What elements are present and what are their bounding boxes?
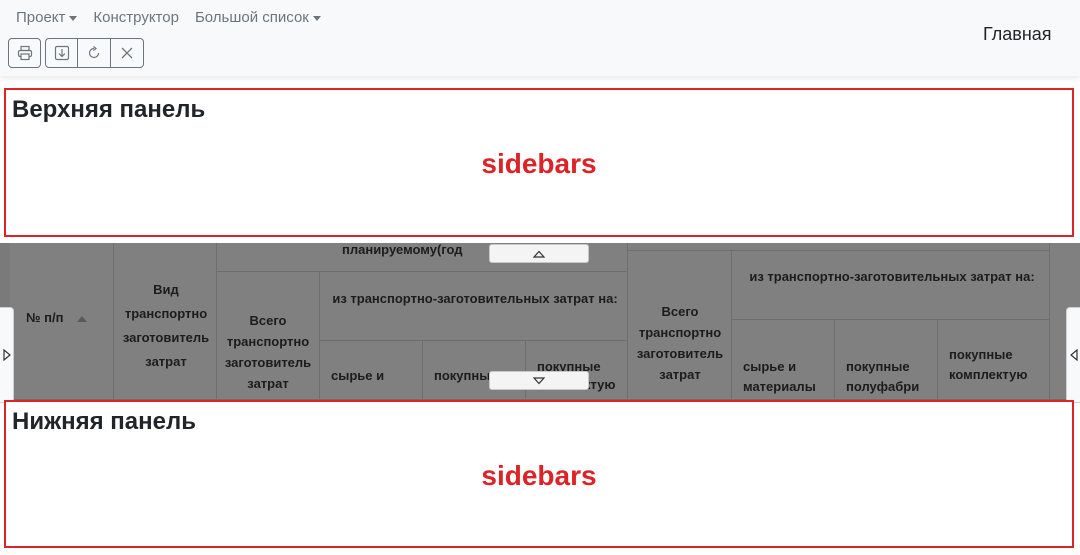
print-button[interactable] [8,38,41,68]
chevron-down-icon [312,15,321,21]
top-panel: Верхняя панель sidebars [4,88,1074,237]
chevron-down-icon [533,376,545,384]
header-group-transport-1-label: из транспортно-заготовительных затрат на… [332,291,618,306]
main-menu: Проект Конструктор Большой список [8,8,329,28]
home-link[interactable]: Главная [983,24,1052,45]
header-col-raw-1[interactable]: сырье и [320,341,423,400]
header-group-2-top [628,243,1050,251]
chevron-left-icon [1069,349,1078,361]
right-sidebar-toggle[interactable] [1066,307,1080,403]
toolbar-group [45,38,144,68]
chevron-down-icon [69,15,78,21]
download-button[interactable] [45,38,78,68]
scroll-down-button[interactable] [489,371,589,390]
navbar: Проект Конструктор Большой список Главна… [0,0,1080,76]
menu-project[interactable]: Проект [8,8,85,28]
header-col-components-2[interactable]: покупные комплектую [938,320,1050,400]
header-col-total-1[interactable]: Всего транспортно заготовитель затрат [217,272,320,400]
chevron-right-icon [2,349,11,361]
menu-big-list-label: Большой список [194,9,309,26]
header-col-num-label: № п/п [26,310,64,325]
bottom-panel-sidebars-label: sidebars [481,460,597,491]
toolbar [8,38,144,68]
close-button[interactable] [111,38,144,68]
header-group-plan-label: планируемому(год [342,243,463,257]
download-icon [54,45,69,61]
menu-big-list[interactable]: Большой список [187,8,329,28]
header-col-total-2-label: Всего транспортно заготовитель затрат [636,304,724,382]
bottom-panel-title: Нижняя панель [12,408,196,435]
sort-icon [77,316,88,322]
header-group-transport-1: из транспортно-заготовительных затрат на… [320,272,628,341]
header-col-components-2-label: покупные комплектую [949,347,1028,382]
menu-project-label: Проект [16,9,66,26]
bottom-panel: Нижняя панель sidebars [4,400,1074,548]
data-grid: № п/п Вид транспортно заготовитель затра… [0,243,1080,400]
menu-constructor-label: Конструктор [93,9,179,26]
header-group-transport-2: из транспортно-заготовительных затрат на… [732,251,1050,320]
print-icon [17,45,32,61]
scroll-up-button[interactable] [489,244,589,263]
chevron-up-icon [533,250,545,258]
header-col-raw-2-label: сырье и материалы [743,359,816,394]
header-col-type-label: Вид транспортно заготовитель затрат [122,282,210,369]
top-panel-sidebars-label: sidebars [481,148,597,179]
menu-constructor[interactable]: Конструктор [85,8,187,28]
header-col-semi-2-label: покупные полуфабри [846,359,920,394]
close-icon [121,47,133,59]
header-col-raw-1-label: сырье и [331,368,385,383]
left-sidebar-toggle[interactable] [0,307,14,403]
refresh-icon [88,46,100,59]
header-col-num[interactable]: № п/п [10,243,114,400]
header-group-transport-2-label: из транспортно-заготовительных затрат на… [749,269,1035,284]
header-col-raw-2[interactable]: сырье и материалы [732,320,835,400]
top-panel-title: Верхняя панель [12,96,206,123]
header-col-semi-2[interactable]: покупные полуфабри [835,320,938,400]
refresh-button[interactable] [78,38,111,68]
header-col-type[interactable]: Вид транспортно заготовитель затрат [114,243,217,400]
header-col-total-2[interactable]: Всего транспортно заготовитель затрат [628,251,732,400]
header-col-total-1-label: Всего транспортно заготовитель затрат [224,313,312,391]
